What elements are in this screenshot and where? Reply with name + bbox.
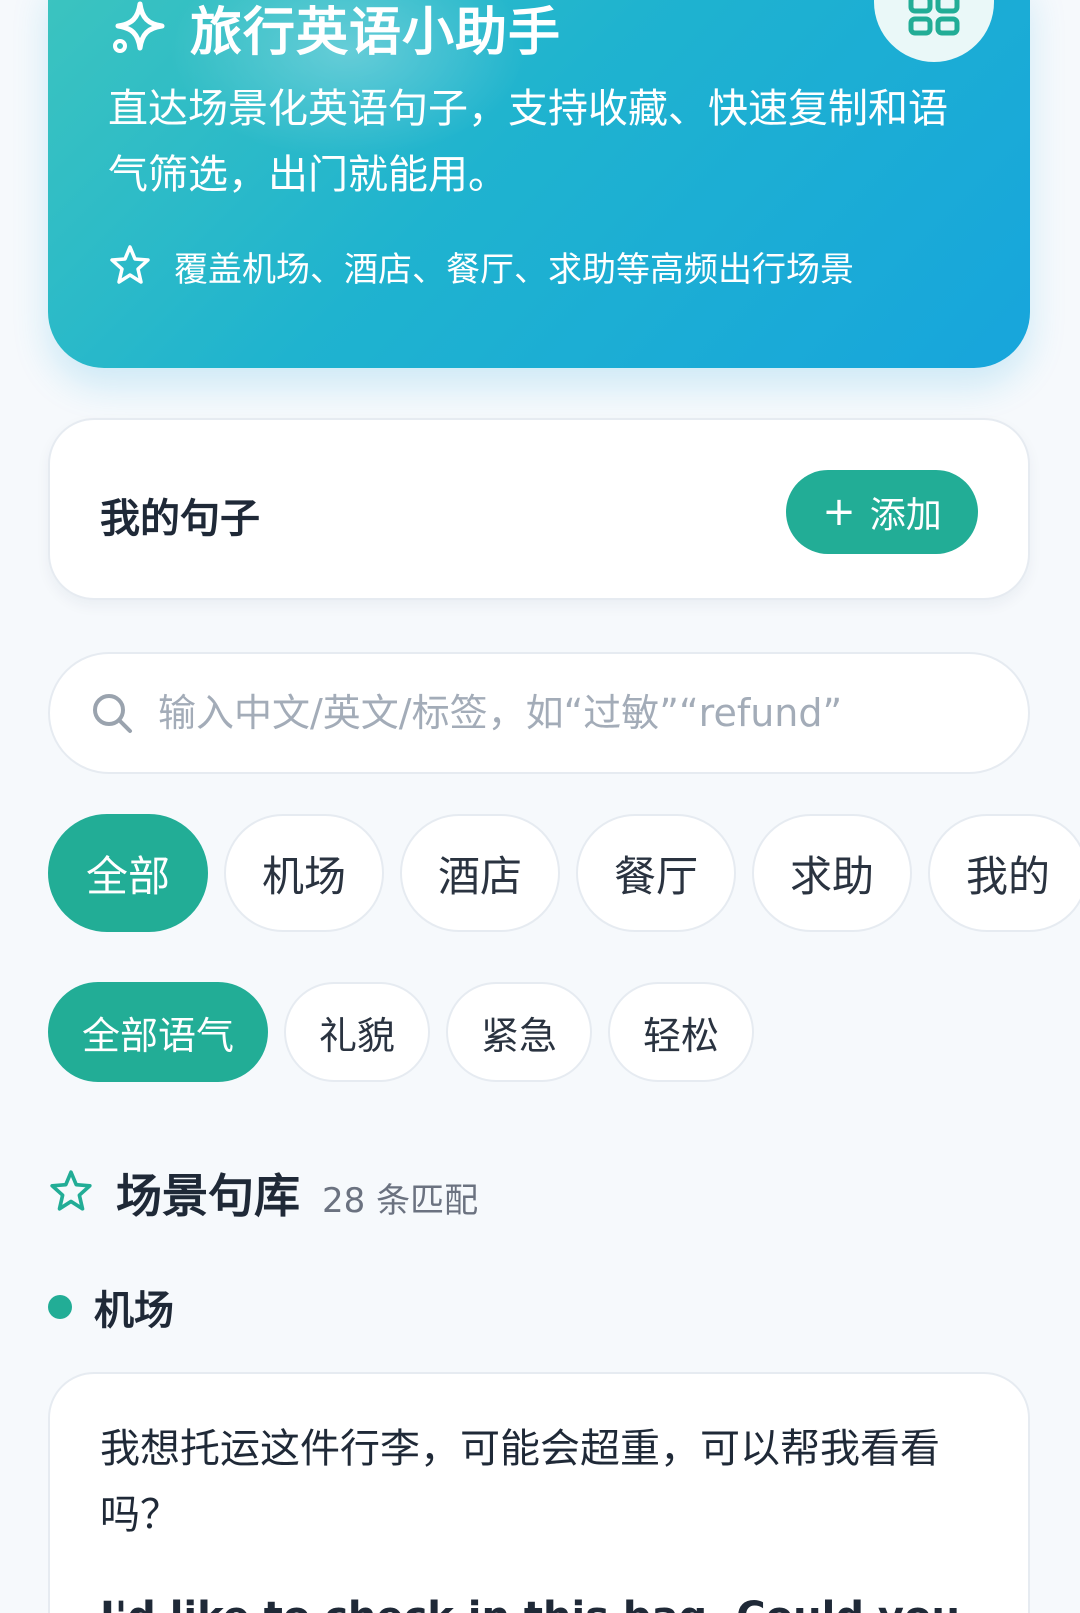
match-count: 28 条匹配 xyxy=(322,1181,479,1221)
group-heading: 机场 xyxy=(48,1278,174,1336)
grid-icon xyxy=(908,0,960,41)
scene-filter-row: 全部 机场 酒店 餐厅 求助 我的 xyxy=(48,814,1080,932)
add-sentence-button[interactable]: + 添加 xyxy=(786,470,978,554)
tone-chip-urgent[interactable]: 紧急 xyxy=(446,982,592,1082)
hero-title: 旅行英语小助手 xyxy=(190,3,562,63)
search-input[interactable] xyxy=(158,691,978,735)
tone-chip-polite[interactable]: 礼貌 xyxy=(284,982,430,1082)
library-title: 场景句库 xyxy=(116,1169,300,1223)
plus-icon: + xyxy=(822,489,856,535)
search-icon xyxy=(90,691,134,735)
group-dot xyxy=(48,1295,72,1319)
my-sentences-card: 我的句子 + 添加 xyxy=(48,418,1030,600)
my-sentences-title: 我的句子 xyxy=(100,496,260,542)
tone-filter-row: 全部语气 礼貌 紧急 轻松 xyxy=(48,982,754,1082)
tone-chip-all[interactable]: 全部语气 xyxy=(48,982,268,1082)
sentence-english: I'd like to check in this bag. Could you xyxy=(100,1594,990,1613)
group-title: 机场 xyxy=(94,1288,174,1334)
hero-description: 直达场景化英语句子，支持收藏、快速复制和语气筛选，出门就能用。 xyxy=(108,86,948,198)
scene-chip-hotel[interactable]: 酒店 xyxy=(400,814,560,932)
scene-chip-mine[interactable]: 我的 xyxy=(928,814,1080,932)
hero-feature: 覆盖机场、酒店、餐厅、求助等高频出行场景 xyxy=(108,242,854,291)
search-bar xyxy=(48,652,1030,774)
sentence-chinese: 我想托运这件行李，可能会超重，可以帮我看看吗？ xyxy=(100,1426,940,1538)
scene-chip-all[interactable]: 全部 xyxy=(48,814,208,932)
star-icon xyxy=(48,1168,94,1218)
hero-title-row: 旅行英语小助手 xyxy=(108,0,561,65)
scene-chip-help[interactable]: 求助 xyxy=(752,814,912,932)
grid-menu-button[interactable] xyxy=(874,0,994,62)
scene-chip-airport[interactable]: 机场 xyxy=(224,814,384,932)
add-sentence-label: 添加 xyxy=(869,495,942,536)
hero-banner: 旅行英语小助手 直达场景化英语句子，支持收藏、快速复制和语气筛选，出门就能用。 … xyxy=(48,0,1030,368)
tone-chip-casual[interactable]: 轻松 xyxy=(608,982,754,1082)
star-icon xyxy=(108,243,152,291)
scene-chip-restaurant[interactable]: 餐厅 xyxy=(576,814,736,932)
sparkle-icon xyxy=(108,0,168,58)
sentence-card[interactable]: 我想托运这件行李，可能会超重，可以帮我看看吗？ I'd like to chec… xyxy=(48,1372,1030,1613)
hero-feature-text: 覆盖机场、酒店、餐厅、求助等高频出行场景 xyxy=(174,250,854,290)
library-heading: 场景句库 28 条匹配 xyxy=(48,1160,478,1226)
